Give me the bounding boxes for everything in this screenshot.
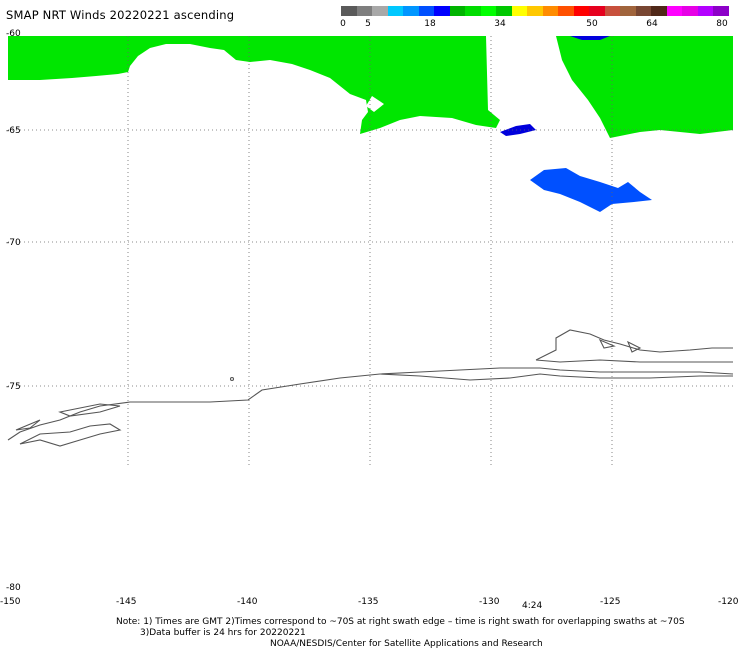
note-line-2: 3)Data buffer is 24 hrs for 20220221 <box>140 628 306 638</box>
calm-patch-edge <box>500 124 536 136</box>
green-swath-east <box>556 36 733 138</box>
lon-label-130: -130 <box>479 597 500 607</box>
longitude-labels: -150 -145 -140 -135 -130 -125 -120 <box>0 597 739 607</box>
wind-swaths <box>8 36 733 212</box>
swath-time-label: 4:24 <box>522 601 543 611</box>
lat-label-60: -60 <box>6 29 21 39</box>
lat-label-65: -65 <box>6 126 21 136</box>
lon-label-125: -125 <box>600 597 620 607</box>
antarctic-coastline <box>7 329 734 447</box>
light-wind-patch <box>530 168 652 212</box>
lon-label-135: -135 <box>358 597 378 607</box>
lon-label-145: -145 <box>116 597 136 607</box>
note-line-3: NOAA/NESDIS/Center for Satellite Applica… <box>270 639 543 649</box>
wind-map: -60 -65 -70 -75 -80 -150 -145 -140 -135 … <box>0 29 739 607</box>
lat-label-70: -70 <box>6 238 21 248</box>
latitude-labels: -60 -65 -70 -75 -80 <box>6 29 21 593</box>
lat-label-80: -80 <box>6 583 21 593</box>
lon-label-150: -150 <box>0 597 21 607</box>
note-line-1: Note: 1) Times are GMT 2)Times correspon… <box>116 617 685 627</box>
lon-label-140: -140 <box>237 597 258 607</box>
green-swath-west <box>8 36 500 134</box>
lat-label-75: -75 <box>6 382 21 392</box>
lon-label-120: -120 <box>718 597 739 607</box>
